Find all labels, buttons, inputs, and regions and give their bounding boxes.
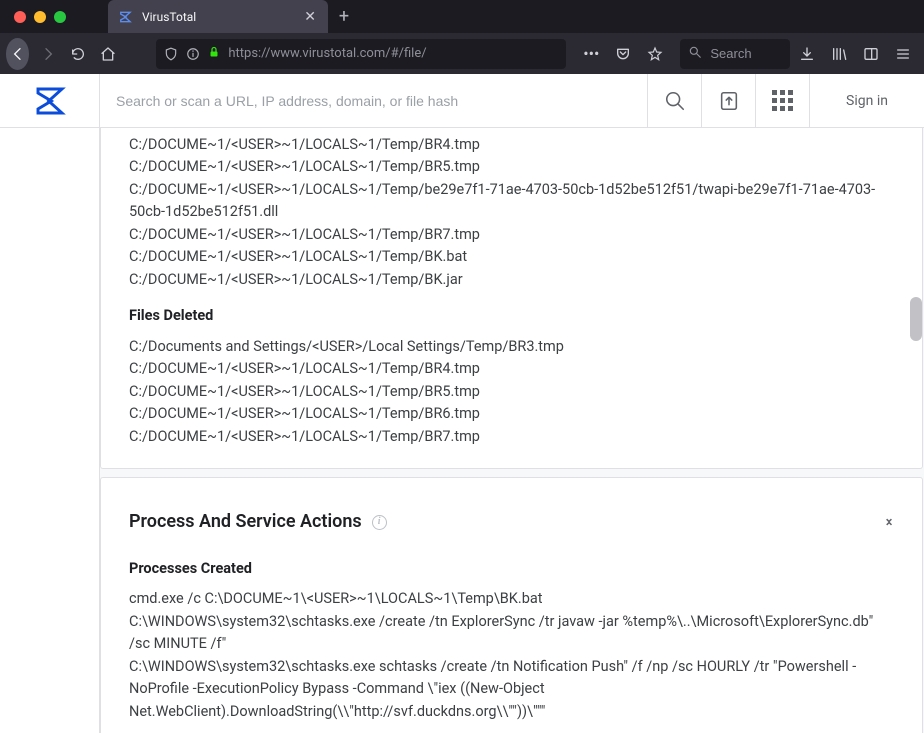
processes-created-list: cmd.exe /c C:\DOCUME~1\<USER>~1\LOCALS~1… [129, 588, 894, 723]
list-item: C:/DOCUME~1/<USER>~1/LOCALS~1/Temp/BR7.t… [129, 426, 894, 448]
new-tab-button[interactable]: + [328, 0, 360, 33]
urlbar-actions: ••• [574, 45, 672, 63]
url-text: https://www.virustotal.com/#/file/ [228, 46, 558, 61]
list-item: C:/DOCUME~1/<USER>~1/LOCALS~1/Temp/BK.ja… [129, 269, 894, 291]
vt-logo-icon [34, 85, 66, 117]
list-item: C:/DOCUME~1/<USER>~1/LOCALS~1/Temp/BK.ba… [129, 246, 894, 268]
bookmark-star-icon[interactable] [646, 45, 664, 63]
list-item: C:\WINDOWS\system32\schtasks.exe schtask… [129, 656, 894, 723]
vt-main: C:/DOCUME~1/<USER>~1/LOCALS~1/Temp/BR4.t… [100, 128, 924, 733]
list-item: C:/DOCUME~1/<USER>~1/LOCALS~1/Temp/BR4.t… [129, 134, 894, 156]
processes-created-heading: Processes Created [129, 558, 894, 580]
vt-search-button[interactable] [647, 74, 701, 127]
vt-logo[interactable] [0, 74, 100, 127]
browser-search-bar[interactable] [680, 39, 790, 69]
pocket-icon[interactable] [614, 45, 632, 63]
info-icon[interactable]: i [372, 515, 387, 530]
tab-favicon-icon [118, 9, 134, 25]
toolbar-right [798, 45, 918, 63]
vt-upload-button[interactable] [701, 74, 755, 127]
close-window-button[interactable] [14, 11, 26, 23]
vt-signin-link[interactable]: Sign in [809, 74, 924, 127]
vt-apps-button[interactable] [755, 74, 809, 127]
list-item: C:/DOCUME~1/<USER>~1/LOCALS~1/Temp/BR4.t… [129, 358, 894, 380]
home-button[interactable] [97, 39, 119, 69]
browser-tab[interactable]: VirusTotal ✕ [108, 0, 328, 33]
list-item: cmd.exe /c C:\DOCUME~1\<USER>~1\LOCALS~1… [129, 588, 894, 610]
vt-body: C:/DOCUME~1/<USER>~1/LOCALS~1/Temp/BR4.t… [0, 128, 924, 733]
collapse-toggle-icon[interactable]: ⌄⌄ [884, 515, 894, 529]
browser-search-input[interactable] [710, 46, 782, 61]
list-item: C:/DOCUME~1/<USER>~1/LOCALS~1/Temp/BR6.t… [129, 403, 894, 425]
file-actions-card: C:/DOCUME~1/<USER>~1/LOCALS~1/Temp/BR4.t… [100, 128, 923, 469]
forward-button[interactable] [37, 39, 59, 69]
back-button[interactable] [6, 38, 29, 70]
maximize-window-button[interactable] [54, 11, 66, 23]
tracking-protection-icon[interactable] [164, 47, 178, 61]
url-bar[interactable]: https://www.virustotal.com/#/file/ [156, 39, 566, 69]
site-info-icon[interactable] [186, 47, 200, 61]
process-section-title-row: Process And Service Actions i ⌄⌄ [129, 496, 894, 536]
list-item: C:\WINDOWS\system32\schtasks.exe /create… [129, 611, 894, 656]
search-icon [688, 45, 702, 63]
browser-chrome: VirusTotal ✕ + https:// [0, 0, 924, 74]
list-item: C:/DOCUME~1/<USER>~1/LOCALS~1/Temp/be29e… [129, 179, 894, 224]
browser-toolbar: https://www.virustotal.com/#/file/ ••• [0, 33, 924, 74]
list-item: C:/DOCUME~1/<USER>~1/LOCALS~1/Temp/BR5.t… [129, 156, 894, 178]
process-actions-card: Process And Service Actions i ⌄⌄ Process… [100, 477, 923, 733]
tab-title: VirusTotal [142, 10, 196, 24]
vt-search[interactable] [100, 74, 647, 127]
list-item: C:/Documents and Settings/<USER>/Local S… [129, 336, 894, 358]
apps-grid-icon [772, 90, 793, 111]
scrollbar-thumb[interactable] [910, 297, 922, 341]
vt-header: Sign in [0, 74, 924, 128]
sidebar-icon[interactable] [862, 45, 880, 63]
hamburger-menu-icon[interactable] [894, 45, 912, 63]
list-item: C:/DOCUME~1/<USER>~1/LOCALS~1/Temp/BR5.t… [129, 381, 894, 403]
library-icon[interactable] [830, 45, 848, 63]
page-content: Sign in C:/DOCUME~1/<USER>~1/LOCALS~1/Te… [0, 74, 924, 733]
tab-bar: VirusTotal ✕ + [0, 0, 924, 33]
process-section-title: Process And Service Actions [129, 508, 362, 536]
tab-close-button[interactable]: ✕ [302, 7, 318, 27]
files-deleted-list: C:/Documents and Settings/<USER>/Local S… [129, 336, 894, 448]
vt-search-input[interactable] [116, 93, 631, 109]
minimize-window-button[interactable] [34, 11, 46, 23]
files-deleted-heading: Files Deleted [129, 305, 894, 327]
lock-icon[interactable] [208, 45, 220, 63]
window-controls [0, 0, 80, 33]
vt-left-sidebar [0, 128, 100, 733]
files-written-list: C:/DOCUME~1/<USER>~1/LOCALS~1/Temp/BR4.t… [129, 134, 894, 291]
page-actions-icon[interactable]: ••• [582, 45, 600, 63]
downloads-icon[interactable] [798, 45, 816, 63]
reload-button[interactable] [67, 39, 89, 69]
list-item: C:/DOCUME~1/<USER>~1/LOCALS~1/Temp/BR7.t… [129, 224, 894, 246]
